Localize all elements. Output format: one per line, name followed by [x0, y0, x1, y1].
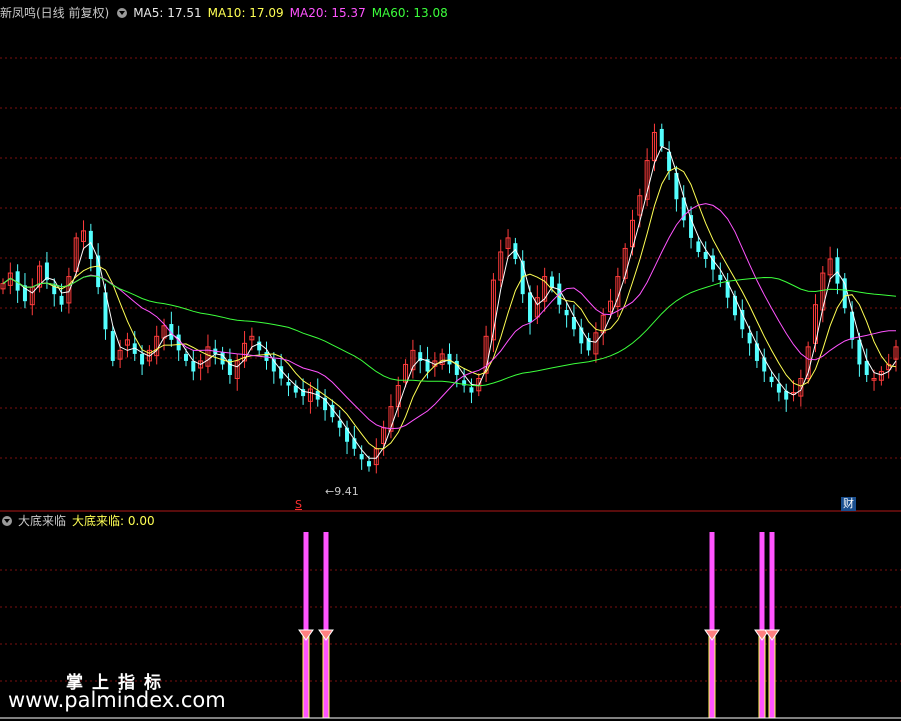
watermark-url: www.palmindex.com — [8, 688, 226, 712]
candle-body — [696, 241, 701, 252]
candle-body — [549, 276, 554, 288]
price-chart[interactable] — [0, 0, 901, 512]
candle-body — [191, 360, 196, 372]
ma5-line — [2, 145, 897, 459]
candle-body — [345, 427, 350, 442]
candle-body — [366, 461, 371, 467]
signal-marker — [764, 629, 780, 641]
candle-body — [776, 383, 781, 393]
candle-body — [59, 295, 64, 305]
signal-marker — [318, 629, 334, 641]
signal-marker — [704, 629, 720, 641]
candle-body — [528, 292, 533, 323]
candle-body — [725, 281, 730, 298]
candle-body — [747, 332, 752, 344]
candle-body — [769, 376, 774, 383]
candle-body — [220, 352, 225, 365]
candle-body — [359, 454, 364, 460]
candle-body — [718, 274, 723, 281]
candle-body — [659, 128, 664, 147]
candle-body — [286, 382, 291, 386]
candle-body — [183, 353, 188, 361]
candle-body — [140, 353, 145, 365]
cai-marker[interactable]: 财 — [841, 497, 856, 511]
candle-body — [337, 420, 342, 428]
candle-body — [110, 331, 115, 361]
candle-body — [835, 257, 840, 284]
candle-body — [447, 353, 452, 365]
stock-chart-window: 新凤鸣(日线 前复权) MA5: 17.51 MA10: 17.09 MA20: 15… — [0, 0, 901, 721]
low-price-label: ←9.41 — [325, 485, 359, 498]
candle-body — [15, 271, 20, 291]
candle-body — [564, 309, 569, 316]
candle-body — [703, 251, 708, 259]
signal-marker — [298, 629, 314, 641]
s-marker: S — [295, 498, 302, 511]
candle-body — [857, 339, 862, 365]
candle-body — [754, 343, 759, 361]
candle-body — [586, 338, 591, 351]
candle-body — [469, 387, 474, 393]
ma20-line — [2, 203, 896, 430]
